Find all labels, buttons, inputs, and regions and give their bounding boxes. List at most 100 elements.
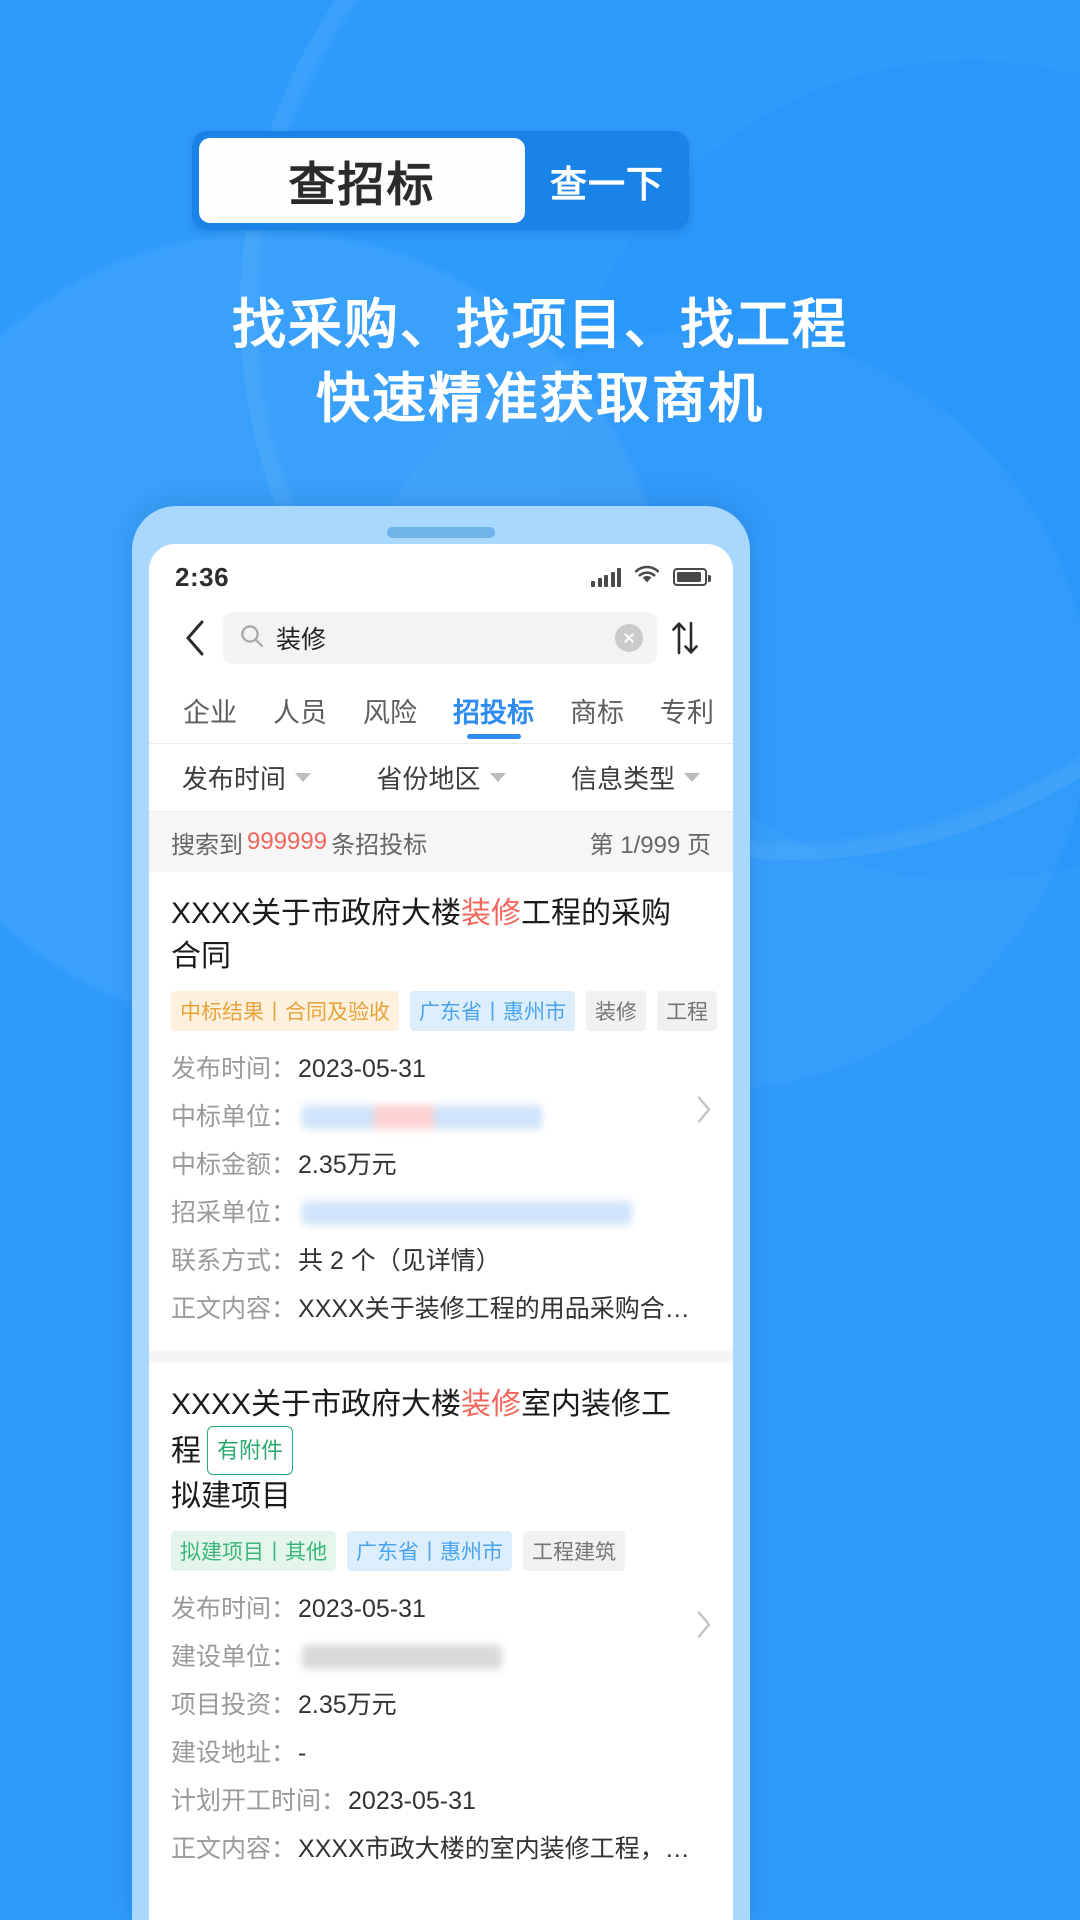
result-detail-rows: 发布时间： 2023-05-31 中标单位： 中标金额： 2.35万元 招采单位： …	[171, 1045, 711, 1333]
status-time: 2:36	[175, 561, 230, 592]
hero-search-pill[interactable]: 查招标 查一下	[192, 131, 689, 230]
filter-publish-time[interactable]: 发布时间	[149, 759, 344, 796]
detail-key: 中标金额：	[171, 1151, 297, 1179]
signal-icon	[591, 567, 621, 587]
phone-mockup: 2:36 装修 企业 人员 风险 招投标 商标 专利 发布时间 省份地区 信息类…	[132, 506, 750, 1920]
tag-region: 广东省丨惠州市	[410, 991, 575, 1031]
result-title-pre: XXXX关于市政府大楼	[171, 1388, 462, 1421]
detail-key: 正文内容：	[171, 1295, 297, 1323]
detail-row: 建设地址： -	[171, 1729, 711, 1777]
result-count-bar: 搜索到 999999 条招投标 第 1/999 页	[149, 812, 733, 872]
headline-line-1: 找采购、找项目、找工程	[232, 295, 848, 355]
redacted-value	[302, 1201, 633, 1225]
phone-screen: 2:36 装修 企业 人员 风险 招投标 商标 专利 发布时间 省份地区 信息类…	[149, 544, 733, 1920]
count-suffix: 条招投标	[331, 831, 428, 859]
detail-value: -	[298, 1739, 307, 1767]
battery-icon	[673, 568, 711, 586]
detail-value: 2.35万元	[298, 1691, 397, 1719]
detail-row: 建设单位：	[171, 1633, 711, 1681]
detail-row: 发布时间： 2023-05-31	[171, 1045, 711, 1093]
detail-row: 招采单位：	[171, 1189, 711, 1237]
search-input[interactable]: 装修	[223, 612, 657, 664]
detail-key: 建设地址：	[171, 1739, 297, 1767]
tag-keyword: 工程	[657, 991, 717, 1031]
redacted-value	[302, 1645, 503, 1669]
tab-shangbiao[interactable]: 商标	[552, 678, 642, 743]
detail-key: 项目投资：	[171, 1691, 297, 1719]
tag-category: 拟建项目丨其他	[171, 1531, 336, 1571]
tab-zhaotoubiao[interactable]: 招投标	[435, 678, 552, 743]
clear-circle-icon[interactable]	[615, 624, 643, 652]
filter-province-region-label: 省份地区	[376, 764, 481, 794]
result-card[interactable]: XXXX关于市政府大楼装修室内装修工程 有附件 拟建项目 拟建项目丨其他 广东省丨惠…	[149, 1351, 733, 1891]
result-title-pre: XXXX关于市政府大楼	[171, 897, 462, 930]
detail-key: 招采单位：	[171, 1199, 297, 1227]
result-detail-rows: 发布时间： 2023-05-31 建设单位： 项目投资： 2.35万元 建设地址： -…	[171, 1585, 711, 1873]
tag-keyword: 工程建筑	[523, 1531, 625, 1571]
detail-row: 中标单位：	[171, 1093, 711, 1141]
detail-key: 正文内容：	[171, 1835, 297, 1863]
headline-line-2: 快速精准获取商机	[316, 369, 764, 429]
detail-key: 中标单位：	[171, 1103, 297, 1131]
filter-info-type-label: 信息类型	[571, 764, 676, 794]
count-prefix: 搜索到	[171, 831, 243, 859]
back-chevron-icon[interactable]	[169, 612, 221, 664]
detail-row: 计划开工时间： 2023-05-31	[171, 1777, 711, 1825]
search-icon	[239, 623, 265, 654]
detail-key: 建设单位：	[171, 1643, 297, 1671]
detail-value: XXXX市政大楼的室内装修工程，拟建项目...	[298, 1835, 711, 1863]
result-tags: 中标结果丨合同及验收 广东省丨惠州市 装修 工程	[171, 991, 717, 1031]
result-title-highlight: 装修	[461, 1388, 522, 1421]
detail-value: 2.35万元	[298, 1151, 397, 1179]
detail-value: 2023-05-31	[348, 1787, 476, 1815]
chevron-right-icon[interactable]	[695, 1610, 713, 1645]
phone-speaker	[387, 527, 495, 538]
detail-value: 共 2 个（见详情）	[298, 1247, 501, 1275]
chevron-right-icon[interactable]	[695, 1094, 713, 1129]
chevron-down-icon	[294, 773, 311, 782]
tab-fengxian[interactable]: 风险	[345, 678, 435, 743]
detail-key: 发布时间：	[171, 1055, 297, 1083]
tag-keyword: 装修	[586, 991, 646, 1031]
filter-bar: 发布时间 省份地区 信息类型	[149, 744, 733, 812]
detail-row: 联系方式：共 2 个（见详情）	[171, 1237, 711, 1285]
tag-category: 中标结果丨合同及验收	[171, 991, 399, 1031]
tab-qiye[interactable]: 企业	[165, 678, 255, 743]
count-number: 999999	[247, 828, 328, 855]
page-indicator: 第 1/999 页	[589, 831, 711, 859]
tab-zhuanli[interactable]: 专利	[642, 678, 732, 743]
attachment-badge: 有附件	[207, 1426, 294, 1475]
result-title: XXXX关于市政府大楼装修工程的采购合同	[171, 892, 711, 978]
chevron-down-icon	[489, 773, 506, 782]
sort-arrows-icon[interactable]	[657, 612, 713, 664]
result-title-highlight: 装修	[461, 897, 522, 930]
status-bar: 2:36	[149, 544, 733, 602]
detail-row: 中标金额： 2.35万元	[171, 1141, 711, 1189]
filter-publish-time-label: 发布时间	[181, 764, 286, 794]
detail-row: 正文内容：XXXX关于装修工程的用品采购合同，相关...	[171, 1285, 711, 1333]
detail-value: XXXX关于装修工程的用品采购合同，相关...	[298, 1295, 711, 1323]
detail-key: 计划开工时间：	[171, 1787, 347, 1815]
result-card[interactable]: XXXX关于市政府大楼装修工程的采购合同 中标结果丨合同及验收 广东省丨惠州市 …	[149, 872, 733, 1351]
tab-overflow[interactable]: 新	[732, 678, 733, 743]
detail-value: 2023-05-31	[298, 1055, 426, 1083]
detail-row: 正文内容：XXXX市政大楼的室内装修工程，拟建项目...	[171, 1825, 711, 1873]
hero-search-field[interactable]: 查招标	[199, 138, 525, 223]
result-tags: 拟建项目丨其他 广东省丨惠州市 工程建筑	[171, 1531, 711, 1571]
detail-row: 项目投资： 2.35万元	[171, 1681, 711, 1729]
filter-info-type[interactable]: 信息类型	[538, 759, 733, 796]
tag-region: 广东省丨惠州市	[347, 1531, 512, 1571]
result-title-line2: 拟建项目	[171, 1480, 291, 1513]
detail-key: 发布时间：	[171, 1595, 297, 1623]
detail-key: 联系方式：	[171, 1247, 297, 1275]
headline: 找采购、找项目、找工程 快速精准获取商机	[0, 288, 1080, 436]
filter-province-region[interactable]: 省份地区	[344, 759, 539, 796]
hero-search-button[interactable]: 查一下	[525, 154, 689, 208]
redacted-value	[302, 1105, 543, 1129]
hero-search-value: 查招标	[288, 158, 436, 211]
detail-row: 发布时间： 2023-05-31	[171, 1585, 711, 1633]
chevron-down-icon	[684, 773, 701, 782]
tab-renyuan[interactable]: 人员	[255, 678, 345, 743]
wifi-icon	[633, 564, 661, 590]
search-row: 装修	[149, 602, 733, 678]
